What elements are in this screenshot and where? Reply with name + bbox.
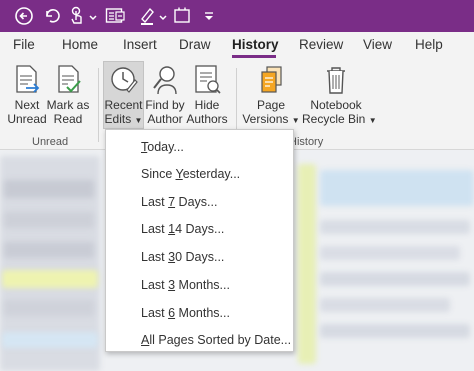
tab-help[interactable]: Help — [415, 37, 443, 52]
menu-item-last-7-days[interactable]: Last 7 Days... — [141, 195, 217, 209]
customize-icon[interactable] — [201, 4, 217, 28]
page-line — [320, 220, 470, 234]
chevron-down-icon: ▼ — [134, 116, 143, 125]
recent-edits-icon — [104, 62, 143, 98]
page-versions-button[interactable]: Page Versions ▼ — [240, 62, 302, 132]
recent-edits-button[interactable]: Recent Edits ▼ — [103, 61, 144, 129]
dock-icon[interactable] — [104, 4, 126, 28]
menu-item-today[interactable]: Today... — [141, 140, 184, 154]
next-unread-icon — [6, 62, 48, 98]
tab-history[interactable]: History — [232, 37, 279, 52]
page-line — [320, 298, 450, 312]
tab-review[interactable]: Review — [299, 37, 343, 52]
hide-authors-icon — [185, 62, 229, 98]
menu-item-last-14-days[interactable]: Last 14 Days... — [141, 222, 224, 236]
group-label-unread: Unread — [32, 136, 69, 148]
recycle-bin-icon — [302, 62, 370, 98]
find-by-author-icon — [144, 62, 186, 98]
tab-draw[interactable]: Draw — [179, 37, 211, 52]
chevron-down-icon[interactable] — [158, 10, 168, 21]
menu-item-since-yesterday[interactable]: Since Yesterday... — [141, 167, 240, 181]
section-tab — [2, 332, 98, 348]
menu-item-last-6-months[interactable]: Last 6 Months... — [141, 306, 230, 320]
find-by-author-button[interactable]: Find by Author — [144, 62, 186, 132]
menu-item-last-30-days[interactable]: Last 30 Days... — [141, 250, 224, 264]
section-tab — [4, 300, 94, 316]
menu-item-last-3-months[interactable]: Last 3 Months... — [141, 278, 230, 292]
notebook-recycle-bin-button[interactable]: Notebook Recycle Bin ▼ — [302, 62, 377, 132]
menu-item-all-pages-sorted-by-date[interactable]: All Pages Sorted by Date... — [141, 333, 291, 347]
mark-as-read-button[interactable]: Mark as Read — [45, 62, 91, 132]
tab-home[interactable]: Home — [62, 37, 98, 52]
chevron-down-icon: ▼ — [291, 116, 300, 125]
group-divider — [98, 68, 99, 142]
chevron-down-icon: ▼ — [368, 116, 377, 125]
back-icon[interactable] — [12, 4, 36, 28]
recent-edits-menu: Today... Since Yesterday... Last 7 Days.… — [105, 129, 294, 352]
touch-icon[interactable] — [67, 4, 87, 28]
active-tab-indicator — [232, 55, 276, 58]
undo-icon[interactable] — [42, 4, 62, 28]
page-strip — [298, 164, 316, 364]
hide-authors-button[interactable]: Hide Authors — [185, 62, 229, 132]
tab-view[interactable]: View — [363, 37, 392, 52]
pen-icon[interactable] — [137, 4, 157, 28]
section-tab — [4, 212, 94, 228]
chevron-down-icon[interactable] — [88, 10, 98, 21]
tab-insert[interactable]: Insert — [123, 37, 157, 52]
title-bar — [0, 0, 474, 32]
tab-file[interactable]: File — [13, 37, 35, 52]
group-label-history: History — [289, 136, 324, 148]
page-line — [320, 246, 460, 260]
full-page-icon[interactable] — [172, 4, 192, 28]
page-header-area — [320, 170, 474, 206]
section-tab — [4, 242, 94, 258]
mark-as-read-icon — [45, 62, 91, 98]
page-line — [320, 324, 470, 338]
section-tab — [4, 180, 94, 198]
next-unread-button[interactable]: Next Unread — [6, 62, 48, 132]
section-tab — [2, 270, 98, 288]
page-versions-icon — [240, 62, 302, 98]
page-line — [320, 272, 470, 286]
